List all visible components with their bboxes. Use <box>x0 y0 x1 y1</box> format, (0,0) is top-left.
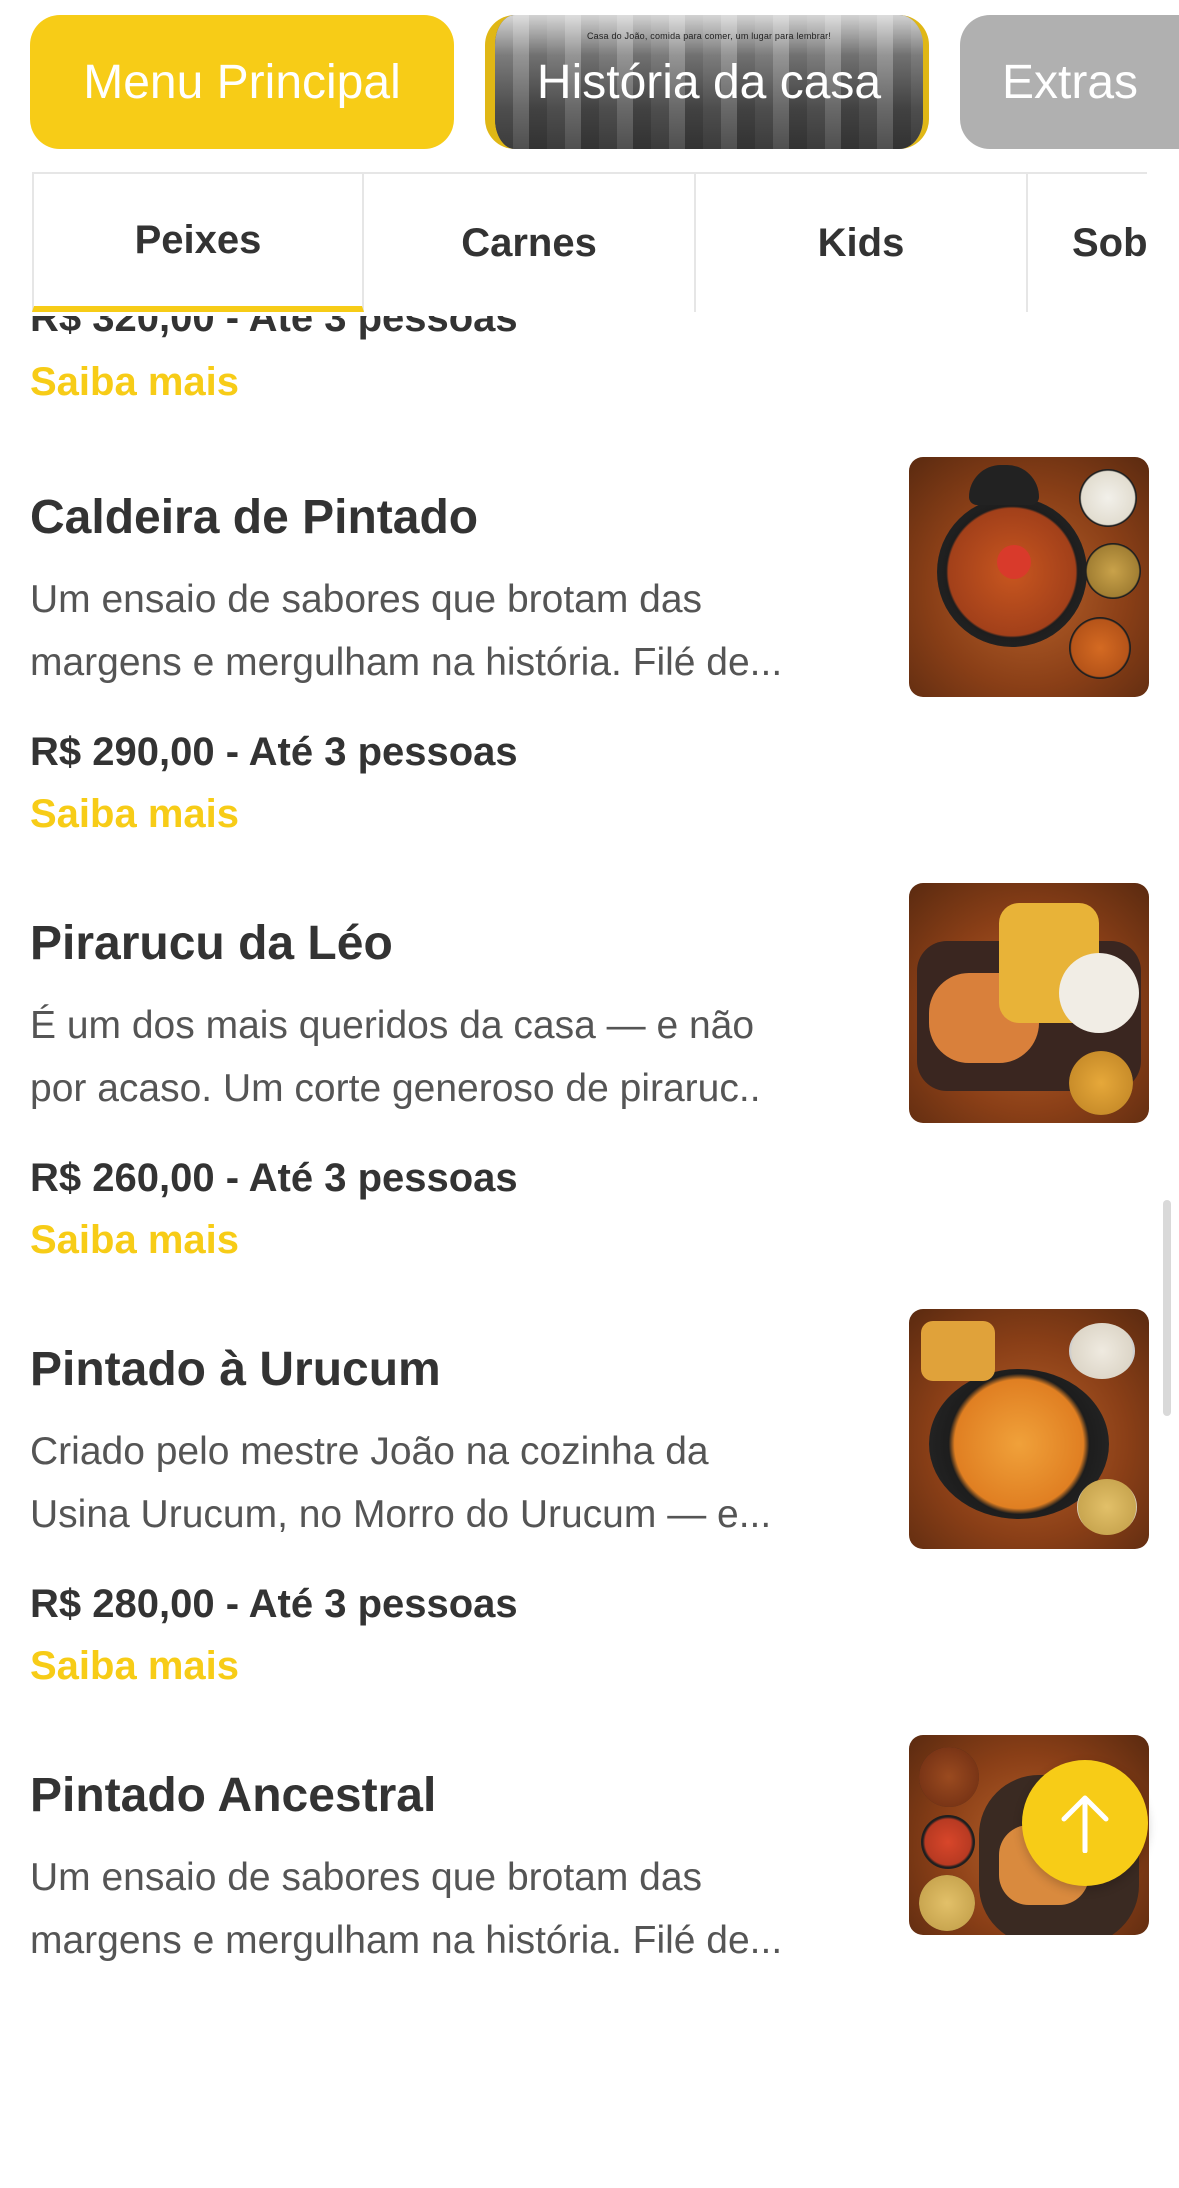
item-description: Um ensaio de sabores que brotam das marg… <box>30 568 860 694</box>
item-photo[interactable] <box>909 883 1149 1123</box>
item-description-line: É um dos mais queridos da casa — e não <box>30 1004 755 1047</box>
saiba-mais-link[interactable]: Saiba mais <box>30 1644 239 1689</box>
category-tab-peixes[interactable]: Peixes <box>32 174 364 312</box>
category-tab-label: Peixes <box>134 217 262 262</box>
saiba-mais-link[interactable]: Saiba mais <box>30 360 239 405</box>
category-tab-sob[interactable]: Sob <box>1028 174 1147 312</box>
menu-item[interactable]: Pintado à Urucum Criado pelo mestre João… <box>0 1309 1179 1762</box>
category-tab-label: Carnes <box>461 220 597 265</box>
category-tabs: Peixes Carnes Kids Sob <box>32 172 1147 314</box>
item-price: R$ 290,00 - Até 3 pessoas <box>30 730 518 774</box>
history-photo-caption: Casa do João, comida para comer, um luga… <box>586 31 832 41</box>
tab-historia-da-casa[interactable]: Casa do João, comida para comer, um luga… <box>485 15 929 149</box>
arrow-up-icon <box>1061 1795 1109 1853</box>
tab-menu-principal[interactable]: Menu Principal <box>30 15 454 149</box>
tab-extras-label: Extras <box>1002 55 1139 109</box>
item-description: Criado pelo mestre João na cozinha da Us… <box>30 1420 860 1546</box>
item-description: Um ensaio de sabores que brotam das marg… <box>30 1846 860 1972</box>
tab-historia-label: História da casa <box>536 55 882 109</box>
item-description-line: margens e mergulham na história. Filé de… <box>30 641 783 684</box>
item-description-line: Um ensaio de sabores que brotam das <box>30 1856 703 1899</box>
tab-menu-principal-label: Menu Principal <box>83 55 401 109</box>
scrollbar[interactable] <box>1163 1200 1171 1416</box>
category-tab-kids[interactable]: Kids <box>696 174 1028 312</box>
item-description-line: Criado pelo mestre João na cozinha da <box>30 1430 709 1473</box>
back-to-top-button[interactable] <box>1022 1760 1148 1886</box>
saiba-mais-link[interactable]: Saiba mais <box>30 792 239 837</box>
item-title: Pintado Ancestral <box>30 1769 437 1822</box>
item-description: É um dos mais queridos da casa — e não p… <box>30 994 860 1120</box>
item-photo[interactable] <box>909 1309 1149 1549</box>
item-photo[interactable] <box>909 457 1149 697</box>
menu-item[interactable]: Pirarucu da Léo É um dos mais queridos d… <box>0 883 1179 1336</box>
item-price: R$ 280,00 - Até 3 pessoas <box>30 1582 518 1626</box>
menu-item[interactable]: Caldeira de Pintado Um ensaio de sabores… <box>0 457 1179 910</box>
category-tab-label: Sob <box>1072 220 1147 265</box>
item-description-line: Usina Urucum, no Morro do Urucum — e... <box>30 1493 772 1536</box>
item-description-line: margens e mergulham na história. Filé de… <box>30 1919 783 1962</box>
top-nav: Menu Principal Casa do João, comida para… <box>0 0 1179 165</box>
item-title: Pirarucu da Léo <box>30 917 393 970</box>
tab-extras[interactable]: Extras <box>960 15 1179 149</box>
item-description-line: por acaso. Um corte generoso de piraruc.… <box>30 1067 761 1110</box>
item-title: Pintado à Urucum <box>30 1343 441 1396</box>
category-tab-carnes[interactable]: Carnes <box>364 174 696 312</box>
item-price: R$ 260,00 - Até 3 pessoas <box>30 1156 518 1200</box>
item-title: Caldeira de Pintado <box>30 491 479 544</box>
item-description-line: Um ensaio de sabores que brotam das <box>30 578 703 621</box>
category-tab-label: Kids <box>817 220 905 265</box>
menu-item[interactable]: Pintado Ancestral Um ensaio de sabores q… <box>0 1735 1179 2188</box>
saiba-mais-link[interactable]: Saiba mais <box>30 1218 239 1263</box>
